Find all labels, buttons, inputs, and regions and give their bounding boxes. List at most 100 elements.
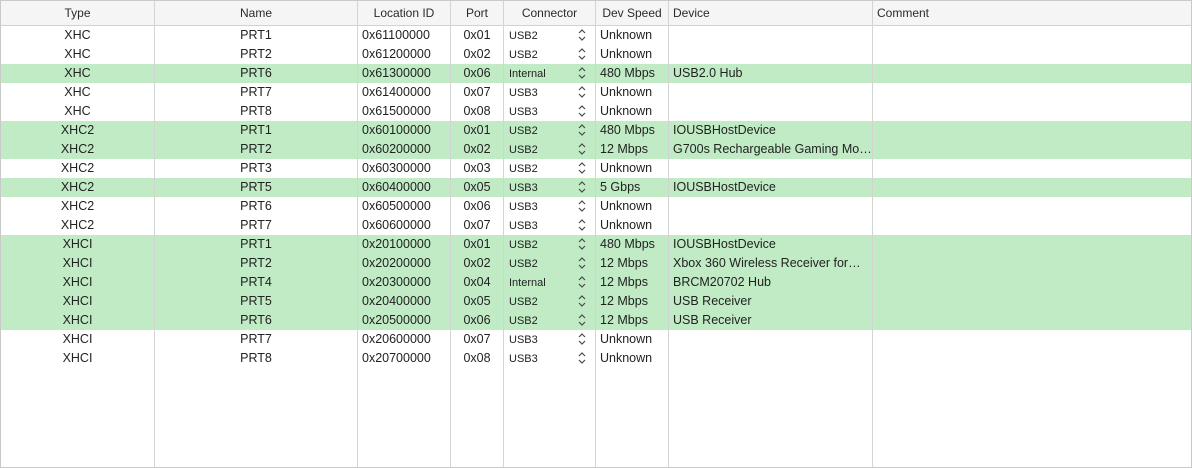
comment-cell[interactable] [873, 311, 1191, 330]
type-cell: XHC2 [60, 218, 95, 232]
port-cell: 0x01 [463, 237, 491, 251]
table-row[interactable]: XHC2 PRT3 0x60300000 0x03 USB2 Unknown [1, 159, 1191, 178]
table-row[interactable]: XHC PRT6 0x61300000 0x06 Internal 480 Mbps USB… [1, 64, 1191, 83]
table-row[interactable]: XHCI PRT5 0x20400000 0x05 USB2 12 Mbps USB Rec… [1, 292, 1191, 311]
column-header-port[interactable]: Port [451, 1, 503, 25]
up-down-chevron-icon[interactable] [577, 28, 587, 42]
comment-cell[interactable] [873, 102, 1191, 121]
name-cell: PRT7 [240, 332, 272, 346]
comment-cell[interactable] [873, 197, 1191, 216]
table-row[interactable]: XHC2 PRT2 0x60200000 0x02 USB2 12 Mbps G700s R… [1, 140, 1191, 159]
table-header: Type Name Location ID Port Connector Dev… [1, 1, 1191, 26]
location-id-cell: 0x60100000 [362, 123, 431, 137]
up-down-chevron-icon[interactable] [577, 180, 587, 194]
table-row[interactable]: XHC2 PRT6 0x60500000 0x06 USB3 Unknown [1, 197, 1191, 216]
comment-cell[interactable] [873, 83, 1191, 102]
name-cell: PRT7 [240, 218, 272, 232]
dev-speed-cell: 480 Mbps [600, 123, 655, 137]
device-cell [669, 216, 872, 235]
comment-cell[interactable] [873, 273, 1191, 292]
port-cell: 0x07 [463, 332, 491, 346]
comment-cell[interactable] [873, 254, 1191, 273]
dev-speed-cell: Unknown [600, 332, 653, 346]
comment-cell[interactable] [873, 45, 1191, 64]
up-down-chevron-icon[interactable] [577, 161, 587, 175]
dev-speed-cell: Unknown [600, 161, 653, 175]
device-cell [669, 197, 872, 216]
column-header-device[interactable]: Device [669, 1, 872, 25]
name-cell: PRT7 [240, 85, 272, 99]
dev-speed-cell: 12 Mbps [600, 294, 648, 308]
column-header-location-id[interactable]: Location ID [358, 1, 450, 25]
dev-speed-cell: 12 Mbps [600, 313, 648, 327]
up-down-chevron-icon[interactable] [577, 47, 587, 61]
column-header-name[interactable]: Name [155, 1, 357, 25]
table-row[interactable]: XHCI PRT6 0x20500000 0x06 USB2 12 Mbps USB Rec… [1, 311, 1191, 330]
column-header-comment[interactable]: Comment [873, 1, 1191, 25]
table-row[interactable]: XHC PRT1 0x61100000 0x01 USB2 Unknown [1, 26, 1191, 45]
up-down-chevron-icon[interactable] [577, 332, 587, 346]
up-down-chevron-icon[interactable] [577, 218, 587, 232]
up-down-chevron-icon[interactable] [577, 85, 587, 99]
type-cell: XHCI [62, 237, 93, 251]
table-row[interactable]: XHC2 PRT7 0x60600000 0x07 USB3 Unknown [1, 216, 1191, 235]
comment-cell[interactable] [873, 292, 1191, 311]
comment-cell[interactable] [873, 159, 1191, 178]
table-row[interactable]: XHC PRT2 0x61200000 0x02 USB2 Unknown [1, 45, 1191, 64]
table-row[interactable]: XHC PRT7 0x61400000 0x07 USB3 Unknown [1, 83, 1191, 102]
comment-cell[interactable] [873, 26, 1191, 45]
location-id-cell: 0x20300000 [362, 275, 431, 289]
comment-cell[interactable] [873, 140, 1191, 159]
location-id-cell: 0x60300000 [362, 161, 431, 175]
type-cell: XHC [64, 47, 91, 61]
comment-cell[interactable] [873, 64, 1191, 83]
up-down-chevron-icon[interactable] [577, 104, 587, 118]
up-down-chevron-icon[interactable] [577, 123, 587, 137]
up-down-chevron-icon[interactable] [577, 66, 587, 80]
table-row[interactable]: XHC2 PRT5 0x60400000 0x05 USB3 5 Gbps IOUSBHos… [1, 178, 1191, 197]
table-row[interactable]: XHC2 PRT1 0x60100000 0x01 USB2 480 Mbps IOUSBH… [1, 121, 1191, 140]
comment-cell[interactable] [873, 330, 1191, 349]
table-row[interactable]: XHC PRT8 0x61500000 0x08 USB3 Unknown [1, 102, 1191, 121]
port-cell: 0x08 [463, 351, 491, 365]
comment-cell[interactable] [873, 178, 1191, 197]
up-down-chevron-icon[interactable] [577, 275, 587, 289]
location-id-cell: 0x61500000 [362, 104, 431, 118]
type-cell: XHC2 [60, 180, 95, 194]
location-id-cell: 0x61200000 [362, 47, 431, 61]
device-cell: USB Receiver [673, 294, 752, 308]
type-cell: XHC [64, 66, 91, 80]
up-down-chevron-icon[interactable] [577, 142, 587, 156]
name-cell: PRT3 [240, 161, 272, 175]
table-row[interactable]: XHCI PRT2 0x20200000 0x02 USB2 12 Mbps Xbox 36… [1, 254, 1191, 273]
port-cell: 0x02 [463, 256, 491, 270]
device-cell [669, 26, 872, 45]
dev-speed-cell: Unknown [600, 199, 653, 213]
comment-cell[interactable] [873, 235, 1191, 254]
column-header-type[interactable]: Type [1, 1, 154, 25]
column-header-connector[interactable]: Connector [504, 1, 595, 25]
type-cell: XHC [64, 28, 91, 42]
comment-cell[interactable] [873, 349, 1191, 368]
up-down-chevron-icon[interactable] [577, 351, 587, 365]
device-cell: IOUSBHostDevice [673, 237, 776, 251]
dev-speed-cell: 480 Mbps [600, 237, 655, 251]
dev-speed-cell: Unknown [600, 28, 653, 42]
up-down-chevron-icon[interactable] [577, 237, 587, 251]
comment-cell[interactable] [873, 121, 1191, 140]
type-cell: XHC [64, 85, 91, 99]
table-row[interactable]: XHCI PRT8 0x20700000 0x08 USB3 Unknown [1, 349, 1191, 368]
up-down-chevron-icon[interactable] [577, 294, 587, 308]
location-id-cell: 0x61400000 [362, 85, 431, 99]
up-down-chevron-icon[interactable] [577, 199, 587, 213]
column-header-dev-speed[interactable]: Dev Speed [596, 1, 668, 25]
up-down-chevron-icon[interactable] [577, 313, 587, 327]
up-down-chevron-icon[interactable] [577, 256, 587, 270]
table-row[interactable]: XHCI PRT1 0x20100000 0x01 USB2 480 Mbps IOUSBH… [1, 235, 1191, 254]
table-row[interactable]: XHCI PRT7 0x20600000 0x07 USB3 Unknown [1, 330, 1191, 349]
comment-cell[interactable] [873, 216, 1191, 235]
dev-speed-cell: 12 Mbps [600, 142, 648, 156]
table-body: XHC PRT1 0x61100000 0x01 USB2 Unknown XHC PRT2 0… [1, 26, 1191, 368]
type-cell: XHCI [62, 294, 93, 308]
table-row[interactable]: XHCI PRT4 0x20300000 0x04 Internal 12 Mbps BRC… [1, 273, 1191, 292]
